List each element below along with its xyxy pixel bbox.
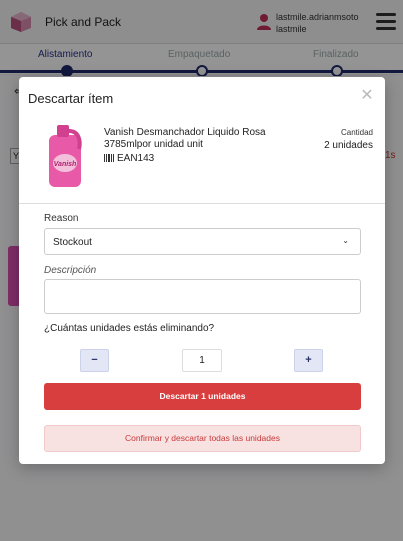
- units-question: ¿Cuántas unidades estás eliminando?: [44, 323, 215, 334]
- divider: [19, 203, 385, 204]
- product-ean: EAN143: [104, 153, 154, 164]
- quantity-value: 2 unidades: [324, 140, 373, 151]
- quantity-stepper[interactable]: 1: [182, 349, 222, 372]
- reason-selected-value: Stockout: [53, 237, 92, 248]
- product-name: Vanish Desmanchador Liquido Rosa 3785mlp…: [104, 127, 266, 150]
- quantity-label: Cantidad: [340, 128, 373, 137]
- modal-title: Descartar ítem: [28, 91, 114, 106]
- discard-item-modal: Descartar ítem ✕ Vanish Vanish Desmancha…: [19, 77, 385, 464]
- close-icon[interactable]: ✕: [360, 88, 374, 104]
- reason-label: Reason: [44, 213, 79, 224]
- discard-button[interactable]: Descartar 1 unidades: [44, 383, 361, 410]
- reason-select[interactable]: Stockout ⌄: [44, 228, 361, 255]
- product-image: Vanish: [49, 125, 82, 187]
- increment-button[interactable]: +: [294, 349, 323, 372]
- barcode-icon: [104, 154, 114, 163]
- description-input[interactable]: [44, 279, 361, 314]
- svg-text:Vanish: Vanish: [54, 161, 77, 168]
- description-label: Descripción: [44, 265, 97, 276]
- discard-all-button[interactable]: Confirmar y descartar todas las unidades: [44, 425, 361, 452]
- chevron-down-icon: ⌄: [342, 236, 349, 245]
- decrement-button[interactable]: −: [80, 349, 109, 372]
- product-ean-value: EAN143: [117, 153, 155, 164]
